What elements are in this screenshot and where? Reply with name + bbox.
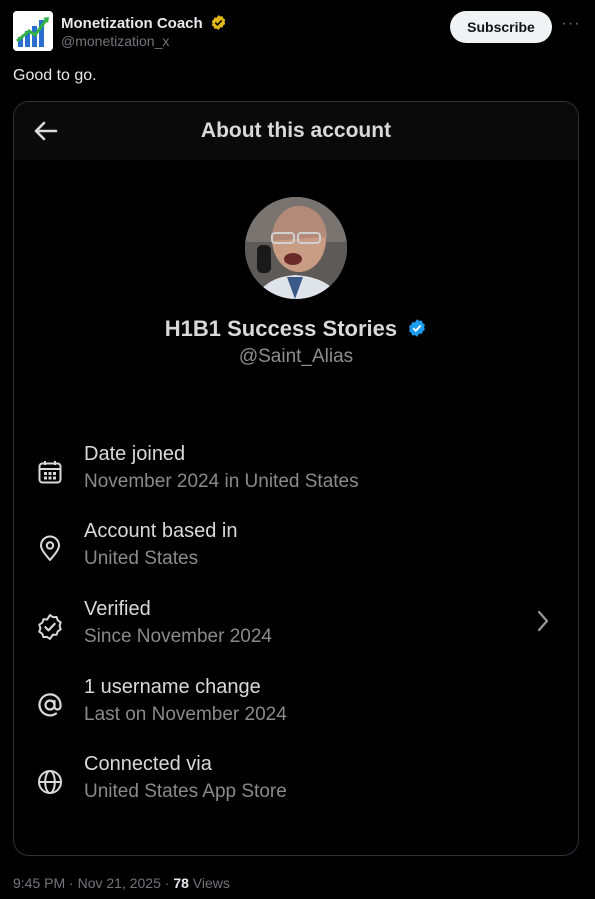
views-count: 78 bbox=[173, 875, 189, 891]
chevron-right-icon[interactable] bbox=[534, 609, 552, 633]
author-avatar[interactable] bbox=[13, 11, 53, 51]
row-verified[interactable]: Verified Since November 2024 bbox=[14, 598, 578, 658]
row-subtitle: November 2024 in United States bbox=[84, 471, 359, 492]
post-time[interactable]: 9:45 PM · Nov 21, 2025 · bbox=[13, 875, 173, 891]
row-subtitle: United States App Store bbox=[84, 781, 287, 802]
author-name-text: Monetization Coach bbox=[61, 15, 203, 32]
row-connected-via: Connected via United States App Store bbox=[14, 753, 578, 813]
row-title: Verified bbox=[84, 598, 151, 620]
card-header: About this account bbox=[14, 102, 578, 160]
author-name[interactable]: Monetization Coach bbox=[61, 14, 227, 35]
gold-verified-badge-icon[interactable] bbox=[210, 14, 227, 35]
profile-handle: @Saint_Alias bbox=[238, 346, 354, 367]
row-account-based-in: Account based in United States bbox=[14, 520, 578, 580]
about-account-card[interactable]: About this account H1B1 Success Stories … bbox=[13, 101, 579, 856]
views-label: Views bbox=[188, 875, 230, 891]
post-header: Monetization Coach @monetization_x Subsc… bbox=[13, 11, 583, 53]
row-username-change: 1 username change Last on November 2024 bbox=[14, 676, 578, 736]
blue-verified-badge-icon bbox=[407, 318, 427, 344]
subscribe-button[interactable]: Subscribe bbox=[450, 11, 552, 43]
row-subtitle: United States bbox=[84, 548, 199, 569]
row-title: 1 username change bbox=[84, 676, 261, 698]
card-title: About this account bbox=[200, 119, 392, 142]
location-pin-icon bbox=[36, 535, 64, 563]
profile-avatar bbox=[245, 197, 347, 299]
row-subtitle: Last on November 2024 bbox=[84, 704, 287, 725]
calendar-icon bbox=[36, 458, 64, 486]
row-date-joined: Date joined November 2024 in United Stat… bbox=[14, 443, 578, 503]
author-handle[interactable]: @monetization_x bbox=[61, 33, 169, 49]
row-subtitle: Since November 2024 bbox=[84, 626, 272, 647]
globe-icon bbox=[36, 768, 64, 796]
post-timestamp: 9:45 PM · Nov 21, 2025 · 78 Views bbox=[13, 875, 230, 891]
more-options-icon[interactable]: ··· bbox=[561, 16, 581, 37]
profile-name-text: H1B1 Success Stories bbox=[164, 316, 398, 341]
row-title: Connected via bbox=[84, 753, 212, 775]
row-title: Date joined bbox=[84, 443, 186, 465]
at-sign-icon bbox=[36, 691, 64, 719]
row-title: Account based in bbox=[84, 520, 238, 542]
post-text: Good to go. bbox=[13, 67, 97, 84]
profile-name: H1B1 Success Stories bbox=[14, 316, 578, 344]
verified-badge-icon bbox=[36, 613, 64, 641]
